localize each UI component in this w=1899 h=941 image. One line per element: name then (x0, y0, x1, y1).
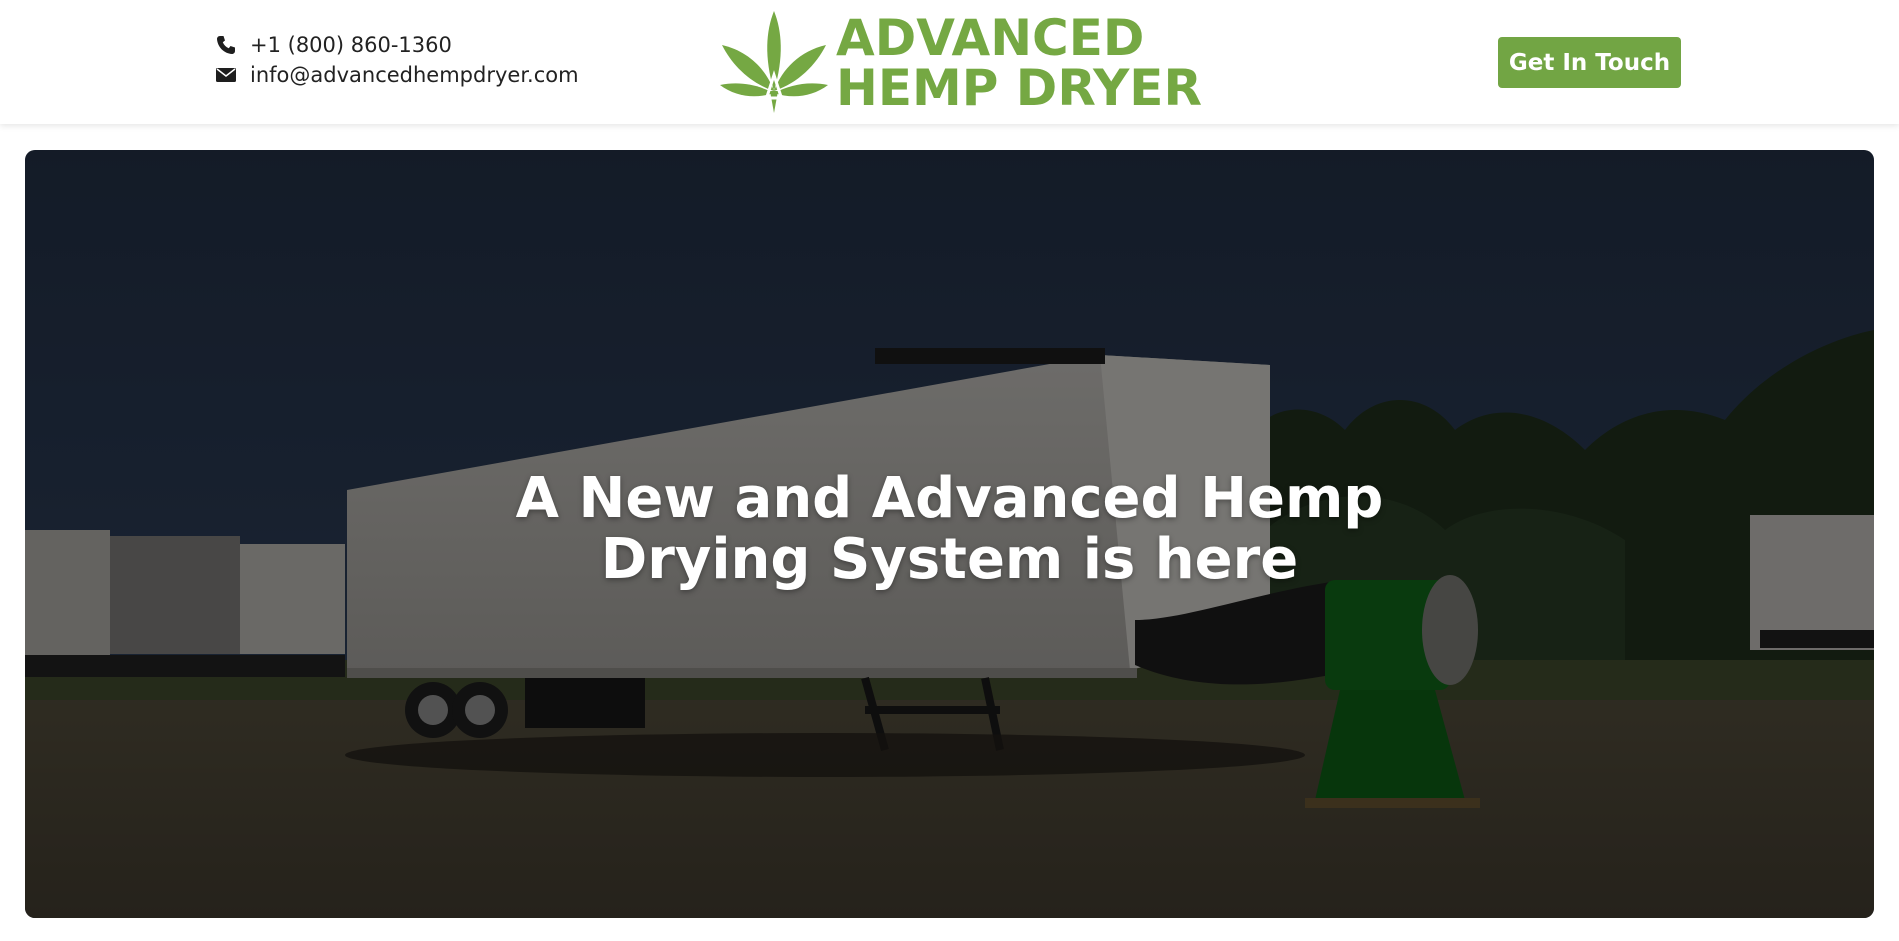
hero-headline-line-2: Drying System is here (600, 527, 1299, 592)
phone-number[interactable]: +1 (800) 860-1360 (250, 33, 452, 57)
get-in-touch-button[interactable]: Get In Touch (1498, 37, 1681, 88)
phone-row[interactable]: +1 (800) 860-1360 (216, 30, 579, 60)
logo-line-1: ADVANCED (836, 9, 1145, 67)
contact-info: +1 (800) 860-1360 info@advancedhempdryer… (216, 30, 579, 90)
logo-line-2: HEMP DRYER (836, 59, 1202, 117)
site-header: +1 (800) 860-1360 info@advancedhempdryer… (0, 0, 1899, 124)
site-logo[interactable]: ADVANCED HEMP DRYER (718, 10, 1202, 116)
hemp-leaf-icon (718, 9, 830, 117)
hero-headline-line-1: A New and Advanced Hemp (515, 466, 1384, 531)
email-address[interactable]: info@advancedhempdryer.com (250, 63, 579, 87)
hero-banner: A New and Advanced Hemp Drying System is… (25, 150, 1874, 918)
phone-icon (216, 35, 250, 55)
logo-wordmark: ADVANCED HEMP DRYER (836, 13, 1202, 113)
email-row[interactable]: info@advancedhempdryer.com (216, 60, 579, 90)
envelope-icon (216, 67, 250, 83)
hero-headline: A New and Advanced Hemp Drying System is… (25, 468, 1874, 590)
